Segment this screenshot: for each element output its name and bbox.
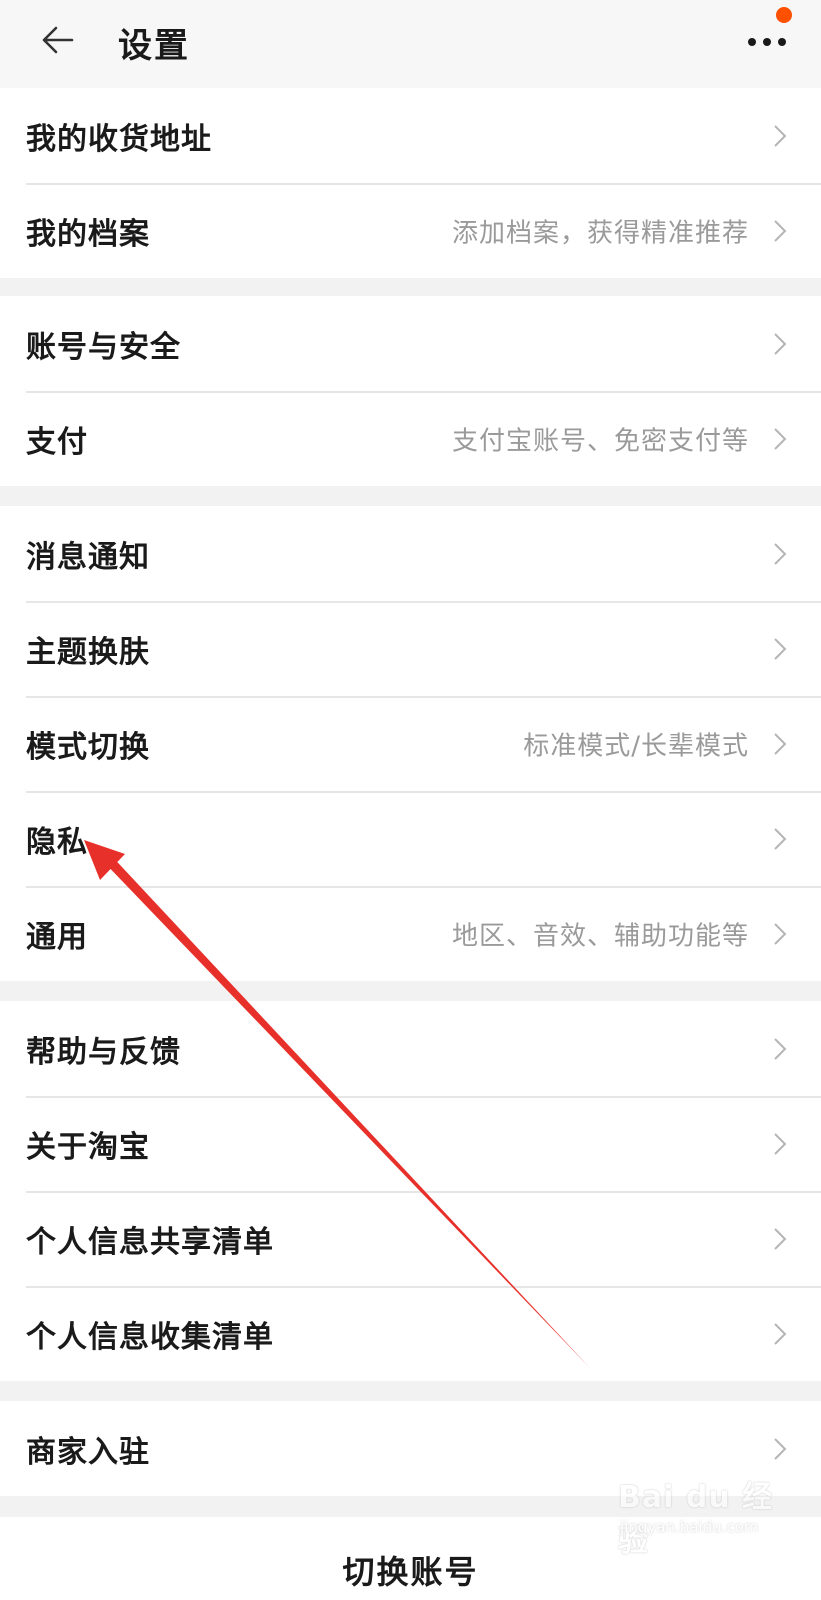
settings-item-label: 个人信息共享清单 <box>26 1224 274 1260</box>
settings-item-hint: 添加档案，获得精准推荐 <box>451 218 749 248</box>
watermark-logo: Bai du 经验 jingyan.baidu.com <box>618 1472 778 1559</box>
chevron-right-icon <box>774 1437 787 1460</box>
chevron-right-icon <box>774 827 787 850</box>
settings-item-label: 账号与安全 <box>26 329 181 365</box>
settings-page: 设置 我的收货地址 我的档案 添加档案，获得精准推荐 账号与安全 支付 支付宝账… <box>0 0 821 1600</box>
page-title: 设置 <box>118 26 190 66</box>
settings-group-1: 我的收货地址 我的档案 添加档案，获得精准推荐 <box>0 88 821 278</box>
settings-item-hint: 标准模式/长辈模式 <box>523 731 749 761</box>
settings-item-label: 隐私 <box>26 824 88 860</box>
arrow-left-icon[interactable] <box>38 20 78 60</box>
chevron-right-icon <box>774 332 787 355</box>
chevron-right-icon <box>774 1322 787 1345</box>
settings-item-label: 主题换肤 <box>26 634 150 670</box>
settings-item-privacy[interactable]: 隐私 <box>0 791 821 886</box>
settings-item-about-taobao[interactable]: 关于淘宝 <box>0 1096 821 1191</box>
settings-item-mode-switch[interactable]: 模式切换 标准模式/长辈模式 <box>0 696 821 791</box>
settings-group-3: 消息通知 主题换肤 模式切换 标准模式/长辈模式 隐私 通用 地区、音效、辅助功… <box>0 506 821 981</box>
settings-item-label: 个人信息收集清单 <box>26 1319 274 1355</box>
settings-group-4: 帮助与反馈 关于淘宝 个人信息共享清单 个人信息收集清单 <box>0 1001 821 1381</box>
settings-item-label: 商家入驻 <box>26 1434 150 1470</box>
chevron-right-icon <box>774 637 787 660</box>
settings-item-theme[interactable]: 主题换肤 <box>0 601 821 696</box>
chevron-right-icon <box>774 219 787 242</box>
settings-item-label: 关于淘宝 <box>26 1129 150 1165</box>
settings-group-2: 账号与安全 支付 支付宝账号、免密支付等 <box>0 296 821 486</box>
settings-item-notifications[interactable]: 消息通知 <box>0 506 821 601</box>
settings-item-info-sharing-list[interactable]: 个人信息共享清单 <box>0 1191 821 1286</box>
chevron-right-icon <box>774 732 787 755</box>
watermark-url: jingyan.baidu.com <box>620 1518 759 1536</box>
settings-item-hint: 支付宝账号、免密支付等 <box>451 426 749 456</box>
settings-item-label: 消息通知 <box>26 539 150 575</box>
chevron-right-icon <box>774 922 787 945</box>
settings-item-info-collection-list[interactable]: 个人信息收集清单 <box>0 1286 821 1381</box>
settings-item-label: 模式切换 <box>26 729 150 765</box>
chevron-right-icon <box>774 1132 787 1155</box>
more-dots-icon[interactable] <box>744 4 796 54</box>
settings-item-hint: 地区、音效、辅助功能等 <box>451 921 749 951</box>
settings-item-general[interactable]: 通用 地区、音效、辅助功能等 <box>0 886 821 981</box>
settings-item-account-security[interactable]: 账号与安全 <box>0 296 821 391</box>
settings-item-address[interactable]: 我的收货地址 <box>0 88 821 183</box>
settings-item-label: 我的档案 <box>26 216 150 252</box>
settings-item-label: 我的收货地址 <box>26 121 212 157</box>
settings-item-label: 通用 <box>26 919 88 955</box>
settings-item-profile[interactable]: 我的档案 添加档案，获得精准推荐 <box>0 183 821 278</box>
settings-item-payment[interactable]: 支付 支付宝账号、免密支付等 <box>0 391 821 486</box>
watermark-logo-text: Bai du 经验 <box>618 1480 774 1559</box>
settings-item-label: 帮助与反馈 <box>26 1034 181 1070</box>
settings-item-label: 支付 <box>26 424 88 460</box>
header-bar: 设置 <box>0 0 821 88</box>
chevron-right-icon <box>774 1227 787 1250</box>
settings-item-help-feedback[interactable]: 帮助与反馈 <box>0 1001 821 1096</box>
chevron-right-icon <box>774 1037 787 1060</box>
chevron-right-icon <box>774 427 787 450</box>
notification-dot <box>776 7 792 23</box>
chevron-right-icon <box>774 542 787 565</box>
chevron-right-icon <box>774 124 787 147</box>
